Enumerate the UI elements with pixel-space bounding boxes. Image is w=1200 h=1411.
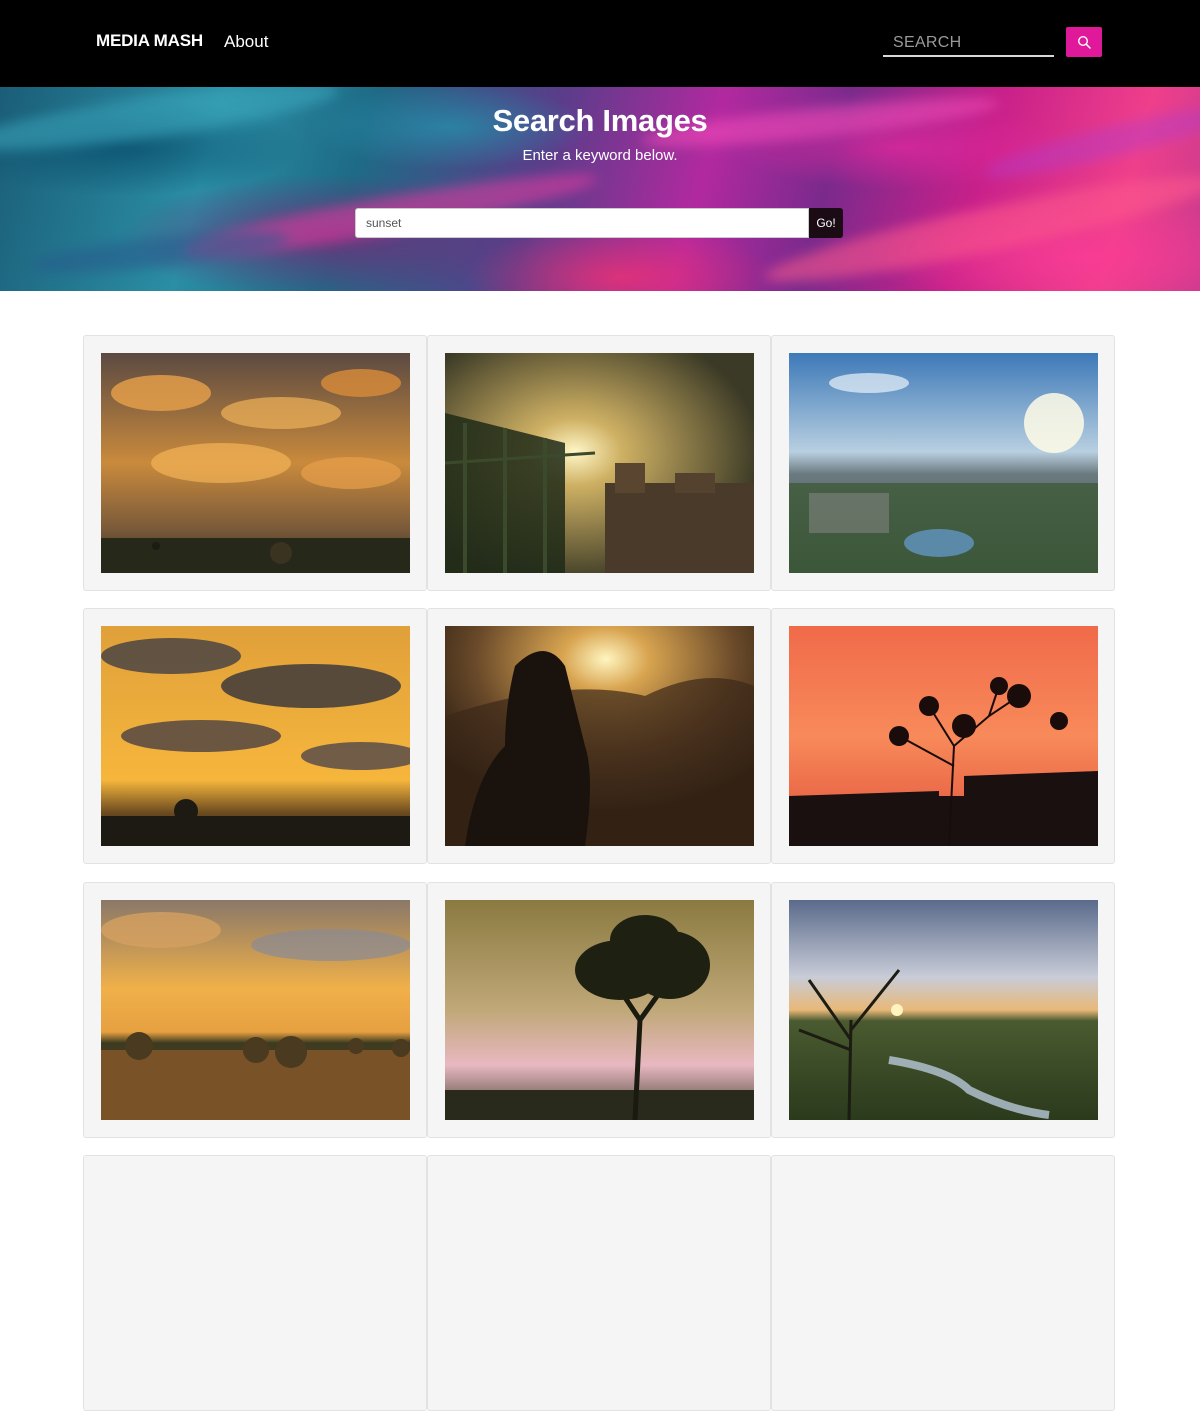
- image-card[interactable]: [83, 335, 427, 591]
- image-card[interactable]: [427, 335, 771, 591]
- image-card[interactable]: [83, 882, 427, 1138]
- result-image[interactable]: [445, 353, 754, 573]
- nav-link-about[interactable]: About: [224, 32, 268, 52]
- keyword-search-input[interactable]: [355, 208, 809, 238]
- result-image[interactable]: [789, 900, 1098, 1120]
- result-image[interactable]: [445, 900, 754, 1120]
- go-button[interactable]: Go!: [809, 208, 843, 238]
- brand-logo[interactable]: MEDIA MASH: [96, 31, 203, 51]
- navbar-search-input[interactable]: [883, 27, 1054, 57]
- result-image[interactable]: [101, 353, 410, 573]
- image-card[interactable]: [771, 608, 1115, 864]
- image-card[interactable]: [771, 1155, 1115, 1411]
- image-card[interactable]: [771, 882, 1115, 1138]
- image-card[interactable]: [427, 608, 771, 864]
- image-card[interactable]: [83, 608, 427, 864]
- hero-subtitle: Enter a keyword below.: [522, 147, 678, 164]
- result-image[interactable]: [789, 353, 1098, 573]
- image-card[interactable]: [771, 335, 1115, 591]
- hero-title: Search Images: [492, 103, 708, 138]
- navbar-search-button[interactable]: [1066, 27, 1102, 57]
- result-image[interactable]: [101, 626, 410, 846]
- top-navbar: MEDIA MASH About: [0, 0, 1200, 87]
- result-image[interactable]: [101, 900, 410, 1120]
- image-card[interactable]: [427, 882, 771, 1138]
- search-icon: [1077, 35, 1091, 49]
- image-card[interactable]: [83, 1155, 427, 1411]
- result-image[interactable]: [445, 626, 754, 846]
- image-card[interactable]: [427, 1155, 771, 1411]
- result-image[interactable]: [789, 626, 1098, 846]
